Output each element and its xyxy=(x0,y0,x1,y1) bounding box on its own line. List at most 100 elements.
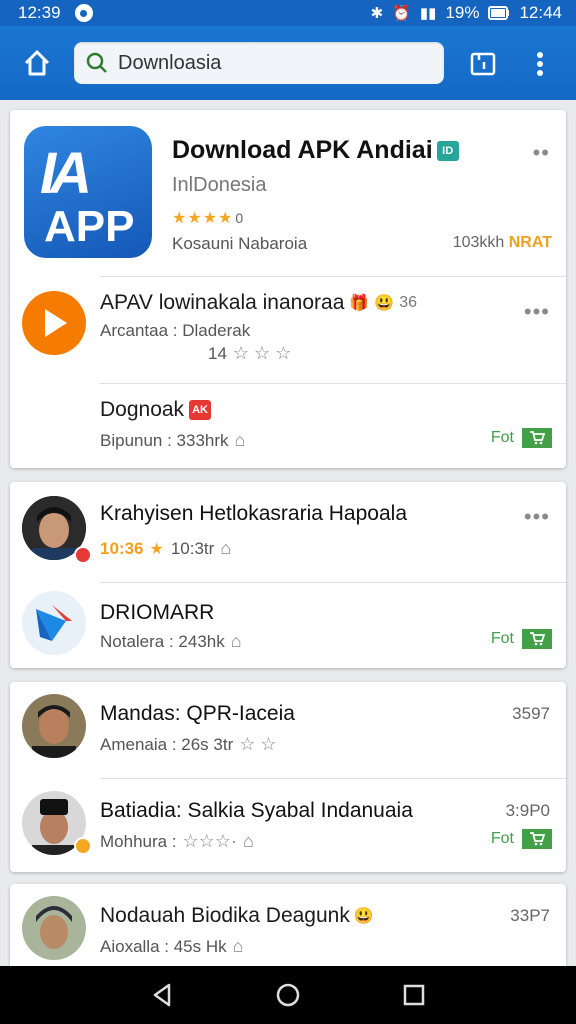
list-item[interactable]: Nodauah Biodika Deagunk 😃 33P7 Aioxalla … xyxy=(10,884,566,974)
home-outline-icon: ⌂ xyxy=(230,631,242,651)
item-subtitle: Aioxalla : 45s Hk xyxy=(100,936,227,956)
avatar xyxy=(22,896,86,960)
status-bar: 12:39 ✱ ⏰ ▮▮ 19% 12:44 xyxy=(0,0,576,26)
star-outline-icon: ☆ ☆ ☆ xyxy=(232,343,292,363)
tabs-button[interactable] xyxy=(466,47,500,81)
app-logo-text: APP xyxy=(44,202,135,251)
item-subline: Amenaia : 26s 3tr ☆ ☆ xyxy=(100,734,277,755)
featured-more-icon[interactable]: •• xyxy=(533,140,550,166)
gift-icon: 🎁 xyxy=(349,295,370,312)
search-box[interactable] xyxy=(74,42,444,84)
home-button[interactable] xyxy=(20,46,54,80)
item-title-wrap: APAV lowinakala inanoraa 🎁 😃 36 xyxy=(100,291,417,315)
cart-icon xyxy=(522,829,552,849)
bluetooth-icon: ✱ xyxy=(370,5,384,22)
status-time-right: 12:44 xyxy=(519,3,562,22)
list-item[interactable]: Dognoak AK Bipunun : 333hrk ⌂ Fot xyxy=(10,384,566,468)
app-logo-mark: IA xyxy=(40,141,92,206)
home-circle-icon[interactable] xyxy=(275,982,301,1008)
item-title-wrap: Nodauah Biodika Deagunk 😃 xyxy=(100,904,374,928)
item-right-value: 3597 xyxy=(512,704,550,723)
get-label: Fot xyxy=(490,630,514,647)
alarm-icon: ⏰ xyxy=(392,5,411,22)
item-title: Batiadia: Salkia Syabal Indanuaia xyxy=(100,799,413,822)
list-item[interactable]: APAV lowinakala inanoraa 🎁 😃 36 ••• Arca… xyxy=(10,277,566,383)
item-title: APAV lowinakala inanoraa xyxy=(100,291,345,314)
featured-rating-suffix: 0 xyxy=(235,210,244,226)
item-title: Dognoak xyxy=(100,398,185,421)
list-item[interactable]: Mandas: QPR-Iaceia 3597 Amenaia : 26s 3t… xyxy=(10,682,566,778)
cart-icon xyxy=(522,629,552,649)
featured-developer: Kosauni Nabaroia xyxy=(172,234,308,253)
search-input[interactable] xyxy=(118,51,418,75)
star-outline-icon: ☆ ☆ xyxy=(239,734,277,754)
item-subtitle: Notalera : 243hk xyxy=(100,631,225,651)
item-subline: Aioxalla : 45s Hk ⌂ xyxy=(100,936,244,957)
system-nav-bar xyxy=(0,966,576,1024)
item-subline: 10:36 ★ 10:3tr ⌂ xyxy=(100,538,231,559)
get-button[interactable]: Fot xyxy=(491,428,552,448)
avatar xyxy=(22,694,86,758)
play-icon xyxy=(22,291,86,355)
region-badge: ID xyxy=(436,140,459,161)
item-subtitle: 10:3tr xyxy=(170,538,215,558)
app-logo: IA APP xyxy=(24,126,152,258)
battery-icon xyxy=(488,6,510,20)
home-outline-icon: ⌂ xyxy=(220,538,232,558)
app-badge: AK xyxy=(189,400,212,420)
get-label: Fot xyxy=(490,429,514,446)
notification-icon xyxy=(74,4,93,22)
tabs-icon xyxy=(470,52,496,76)
home-icon xyxy=(24,50,50,76)
verified-badge-icon xyxy=(74,546,92,564)
results-card-3: Mandas: QPR-Iaceia 3597 Amenaia : 26s 3t… xyxy=(10,682,566,872)
featured-downloads: 103kkh NRAT xyxy=(453,234,552,252)
item-title-wrap: Dognoak AK xyxy=(100,398,212,422)
recents-icon[interactable] xyxy=(403,984,425,1006)
results-card-2: Krahyisen Hetlokasraria Hapoala ••• 10:3… xyxy=(10,482,566,668)
home-outline-icon: ⌂ xyxy=(232,936,244,956)
results-card-4: Nodauah Biodika Deagunk 😃 33P7 Aioxalla … xyxy=(10,884,566,974)
item-right-value: 33P7 xyxy=(510,906,550,925)
item-rating-num: 14 xyxy=(208,343,227,363)
item-title: Mandas: QPR-Iaceia xyxy=(100,702,295,725)
item-right-value: 36 xyxy=(399,294,418,311)
search-icon xyxy=(86,52,107,73)
home-outline-icon: ⌂ xyxy=(234,430,246,450)
get-button[interactable]: Fot xyxy=(491,629,552,649)
item-title: Nodauah Biodika Deagunk xyxy=(100,904,350,927)
list-item[interactable]: DRIOMARR Notalera : 243hk ⌂ Fot xyxy=(10,583,566,668)
featured-title: Download APK Andiai xyxy=(172,136,433,164)
star-rating-icon: ★★★★ xyxy=(172,210,234,227)
item-title: DRIOMARR xyxy=(100,601,215,624)
item-time-accent: 10:36 xyxy=(100,538,144,558)
item-subline: Notalera : 243hk ⌂ xyxy=(100,631,242,652)
get-label: Fot xyxy=(490,830,514,847)
star-outline-icon: ☆☆☆· xyxy=(182,831,237,851)
list-item[interactable]: Krahyisen Hetlokasraria Hapoala ••• 10:3… xyxy=(10,482,566,582)
featured-app-row[interactable]: IA APP Download APK Andiai ID •• InlDone… xyxy=(10,110,566,276)
featured-download-tag: NRAT xyxy=(508,234,552,251)
featured-subtitle: InlDonesia xyxy=(172,174,267,196)
featured-title-wrap: Download APK Andiai ID xyxy=(172,136,459,165)
more-menu-button[interactable] xyxy=(526,47,554,81)
item-subtitle: Arcantaa : Dladerak xyxy=(100,321,251,340)
item-more-icon[interactable]: ••• xyxy=(524,504,550,530)
featured-card: IA APP Download APK Andiai ID •• InlDone… xyxy=(10,110,566,468)
signal-icon: ▮▮ xyxy=(419,5,437,22)
verified-badge-icon xyxy=(74,837,92,855)
emoji-icon: 😃 xyxy=(353,908,374,925)
item-more-icon[interactable]: ••• xyxy=(524,299,550,325)
emoji-icon: 😃 xyxy=(374,295,395,312)
item-title: Krahyisen Hetlokasraria Hapoala xyxy=(100,502,407,525)
list-item[interactable]: Batiadia: Salkia Syabal Indanuaia 3:9P0 … xyxy=(10,779,566,872)
home-outline-icon: ⌂ xyxy=(242,831,254,851)
item-subtitle: Mohhura : xyxy=(100,831,177,851)
get-button[interactable]: Fot xyxy=(491,829,552,849)
featured-download-count: 103kkh xyxy=(452,234,505,251)
back-icon[interactable] xyxy=(151,983,173,1007)
featured-rating: ★★★★ 0 xyxy=(172,208,243,228)
item-subtitle: Amenaia : 26s 3tr xyxy=(100,734,234,754)
item-subtitle: Bipunun : 333hrk xyxy=(100,430,229,450)
app-icon xyxy=(22,591,86,655)
